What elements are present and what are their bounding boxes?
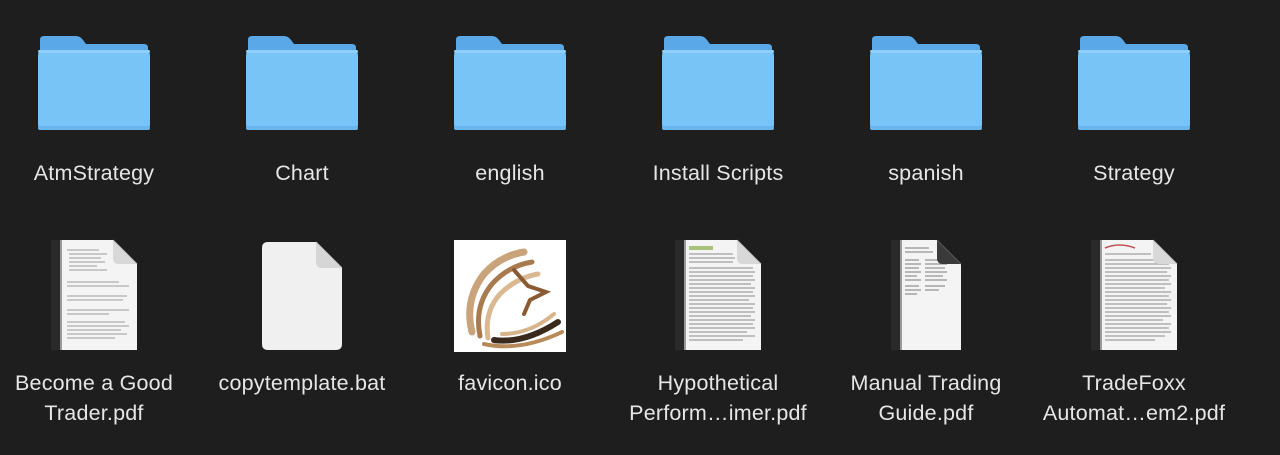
folder-icon <box>662 36 774 130</box>
folder-icon <box>1078 36 1190 130</box>
pdf-document-icon <box>51 239 138 350</box>
pdf-document-icon <box>1091 239 1178 350</box>
item-label: favicon.ico <box>458 371 562 395</box>
item-label: english <box>475 161 545 185</box>
item-label: AtmStrategy <box>33 161 155 185</box>
file-item-tradefoxx-automated[interactable]: TradeFoxx Automat…em2.pdf <box>1034 234 1234 428</box>
blank-document-icon <box>262 241 343 350</box>
item-label: TradeFoxx Automat…em2.pdf <box>1042 371 1226 425</box>
fox-logo-icon <box>454 240 566 352</box>
item-label: Install Scripts <box>652 161 784 185</box>
file-item-manual-trading-guide[interactable]: Manual Trading Guide.pdf <box>826 234 1026 428</box>
folder-item-chart[interactable]: Chart <box>202 14 402 188</box>
item-label: Strategy <box>1093 161 1175 185</box>
file-item-copytemplate-bat[interactable]: copytemplate.bat <box>202 234 402 398</box>
file-item-hypothetical-performance[interactable]: Hypothetical Perform…imer.pdf <box>618 234 818 428</box>
folder-item-strategy[interactable]: Strategy <box>1034 14 1234 188</box>
folder-icon <box>454 36 566 130</box>
item-label: spanish <box>888 161 964 185</box>
folder-item-install-scripts[interactable]: Install Scripts <box>618 14 818 188</box>
folder-icon <box>38 36 150 130</box>
folder-item-spanish[interactable]: spanish <box>826 14 1026 188</box>
item-label: Hypothetical Perform…imer.pdf <box>629 371 807 425</box>
folder-icon <box>870 36 982 130</box>
file-item-become-a-good-trader[interactable]: Become a Good Trader.pdf <box>0 234 194 428</box>
item-label: copytemplate.bat <box>218 371 386 395</box>
item-label: Become a Good Trader.pdf <box>15 371 173 425</box>
folder-icon <box>246 36 358 130</box>
item-label: Manual Trading Guide.pdf <box>850 371 1002 425</box>
folder-item-english[interactable]: english <box>410 14 610 188</box>
folder-item-atmstrategy[interactable]: AtmStrategy <box>0 14 194 188</box>
item-label: Chart <box>275 161 329 185</box>
pdf-document-icon <box>675 239 762 350</box>
file-item-favicon-ico[interactable]: favicon.ico <box>410 234 610 398</box>
pdf-document-icon <box>891 239 962 350</box>
finder-icon-grid: AtmStrategy Chart english Install Script… <box>0 0 1280 455</box>
